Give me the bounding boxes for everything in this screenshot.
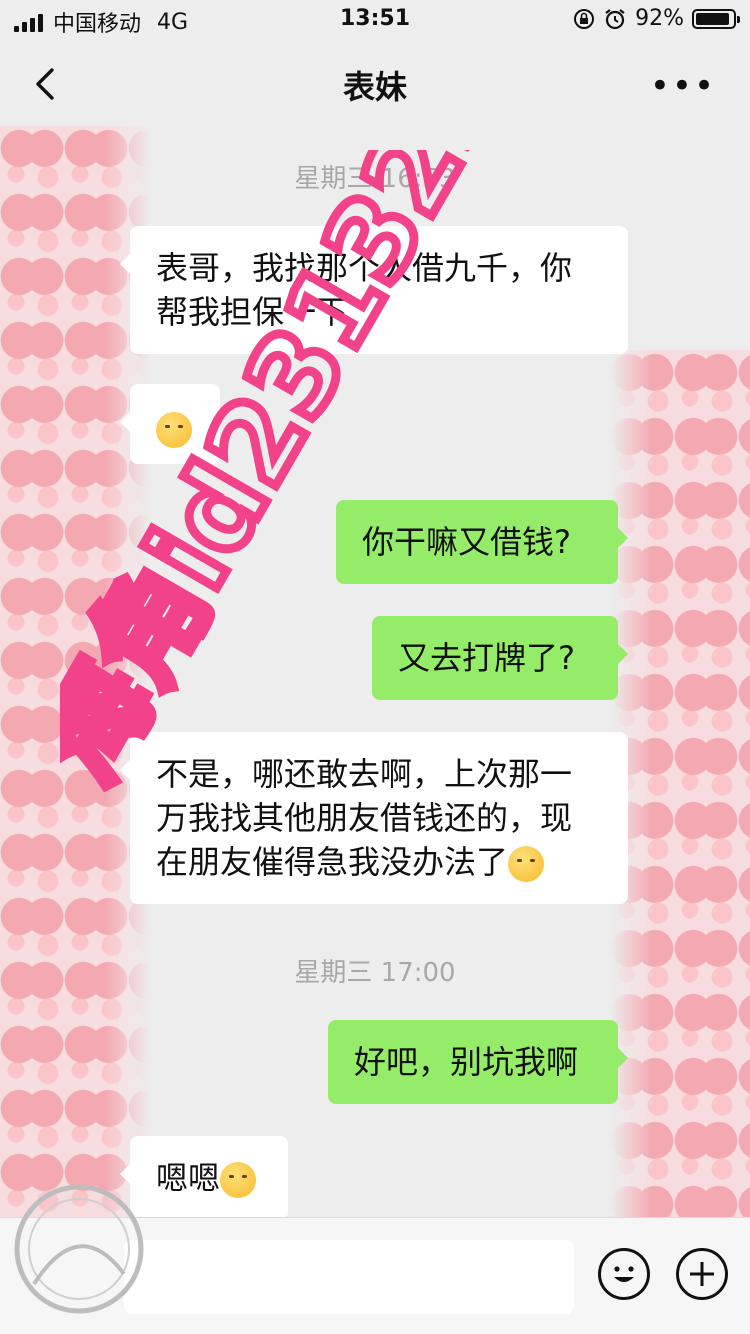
message-incoming[interactable]: 嗯嗯 xyxy=(120,1136,288,1220)
message-incoming-emoji[interactable] xyxy=(120,384,220,464)
timestamp: 星期三 16:53 xyxy=(294,164,456,194)
timestamp: 星期三 17:00 xyxy=(294,958,456,988)
message-outgoing[interactable]: 你干嘛又借钱? xyxy=(336,500,628,584)
message-text: 嗯嗯 xyxy=(156,1159,221,1197)
battery-fill xyxy=(696,12,730,25)
message-text: 好吧，别坑我啊 xyxy=(354,1043,579,1081)
message-incoming[interactable]: 表哥，我找那个人借九千，你帮我担保一下 xyxy=(120,226,628,354)
status-bar: 中国移动 4G 13:51 92% xyxy=(0,0,750,42)
rotation-lock-icon xyxy=(574,8,595,29)
message-outgoing[interactable]: 好吧，别坑我啊 xyxy=(328,1020,628,1104)
chat-title: 表妹 xyxy=(342,68,407,106)
plus-icon[interactable] xyxy=(676,1248,728,1300)
message-input[interactable] xyxy=(124,1240,574,1314)
battery-percent: 92% xyxy=(635,6,684,31)
status-right: 92% xyxy=(573,6,740,31)
message-text: 又去打牌了? xyxy=(398,639,575,677)
face-with-hand-over-mouth-emoji xyxy=(156,412,192,448)
message-outgoing[interactable]: 又去打牌了? xyxy=(372,616,628,700)
battery-icon xyxy=(692,8,740,29)
message-incoming[interactable]: 不是，哪还敢去啊，上次那一万我找其他朋友借钱还的，现在朋友催得急我没办法了 xyxy=(120,732,628,904)
message-text: 你干嘛又借钱? xyxy=(362,523,571,561)
chat-area[interactable]: 星期三 16:53 表哥，我找那个人借九千，你帮我担保一下 你干嘛又借钱? 又去… xyxy=(0,126,750,1220)
kissing-smiling-eyes-emoji xyxy=(220,1162,257,1198)
tired-face-emoji xyxy=(508,846,545,882)
more-options-icon[interactable]: ••• xyxy=(650,66,716,106)
alarm-icon xyxy=(605,8,625,29)
input-bar xyxy=(0,1217,750,1334)
nav-bar: 表妹 ••• xyxy=(0,42,750,126)
message-text: 表哥，我找那个人借九千，你帮我担保一下 xyxy=(156,249,573,331)
smiley-icon[interactable] xyxy=(598,1248,650,1300)
